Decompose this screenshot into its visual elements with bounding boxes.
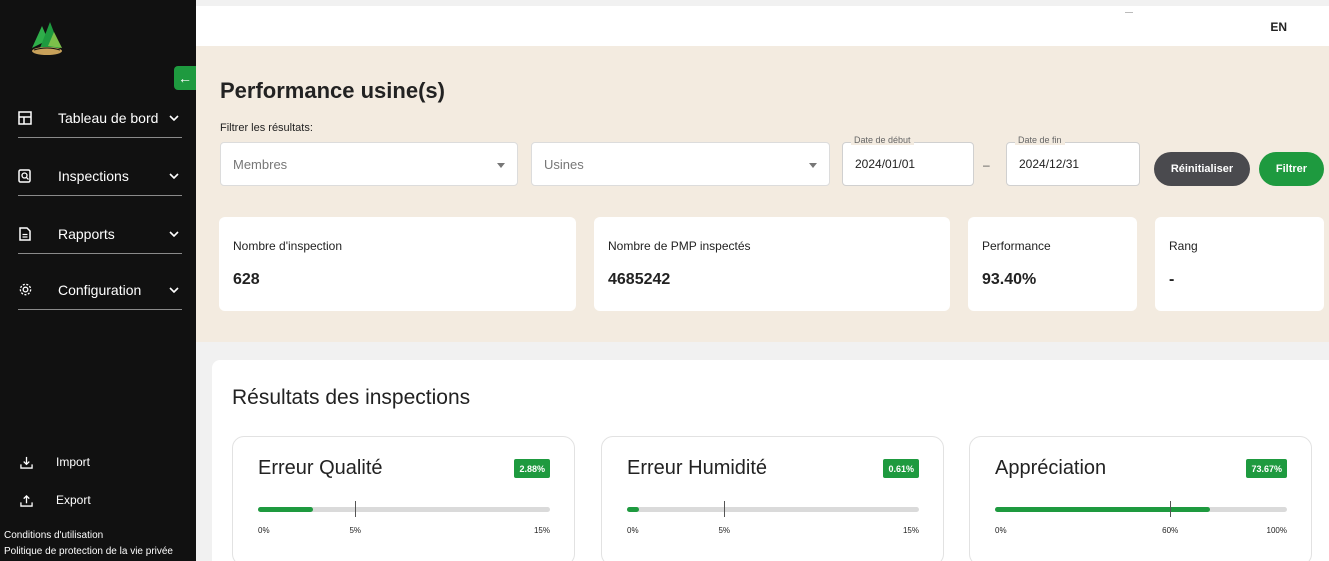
members-placeholder: Membres	[233, 156, 288, 172]
start-date-field[interactable]: Date de début 2024/01/01	[842, 135, 974, 186]
stat-card-rank: Rang -	[1155, 217, 1324, 311]
privacy-link[interactable]: Politique de protection de la vie privée	[4, 546, 173, 557]
sidebar-item-label: Tableau de bord	[58, 109, 159, 126]
chevron-down-icon	[166, 286, 182, 293]
reset-button[interactable]: Réinitialiser	[1154, 152, 1250, 186]
chevron-down-icon	[166, 230, 182, 237]
start-date-value: 2024/01/01	[855, 157, 916, 171]
gear-icon	[18, 282, 44, 297]
result-card-humidity-error: Erreur Humidité 0.61% 0% 5% 15%	[601, 436, 944, 561]
page-title: Performance usine(s)	[220, 78, 445, 103]
card-badge: 0.61%	[883, 459, 919, 478]
upload-tray-icon	[20, 494, 56, 507]
sidebar-item-inspections[interactable]: Inspections	[18, 156, 182, 196]
progress-marker	[355, 501, 357, 517]
import-label: Import	[56, 455, 91, 469]
card-badge: 2.88%	[514, 459, 550, 478]
result-card-quality-error: Erreur Qualité 2.88% 0% 5% 15%	[232, 436, 575, 561]
card-badge: 73.67%	[1246, 459, 1287, 478]
stat-card-pmp: Nombre de PMP inspectés 4685242	[594, 217, 950, 311]
card-title: Erreur Qualité	[258, 457, 383, 479]
top-bar: EN	[196, 0, 1329, 46]
stat-label: Performance	[982, 239, 1051, 253]
import-button[interactable]: Import	[20, 455, 90, 469]
language-toggle[interactable]: EN	[1270, 20, 1287, 34]
stat-card-inspections: Nombre d'inspection 628	[219, 217, 576, 311]
progress-track	[995, 501, 1287, 517]
stat-value: -	[1169, 271, 1175, 288]
tick-label: 15%	[533, 526, 550, 535]
dropdown-arrow-icon	[497, 162, 505, 168]
tick-label: 15%	[902, 526, 919, 535]
tick-label: 5%	[718, 526, 731, 535]
end-date-label: Date de fin	[1015, 135, 1065, 145]
sidebar-item-reports[interactable]: Rapports	[18, 214, 182, 254]
progress-track	[258, 501, 550, 517]
inspection-search-icon	[18, 168, 44, 183]
dropdown-arrow-icon	[809, 162, 817, 168]
export-button[interactable]: Export	[20, 493, 91, 507]
stat-label: Rang	[1169, 239, 1198, 253]
stat-value: 628	[233, 271, 260, 288]
performance-panel: Performance usine(s) Filtrer les résulta…	[196, 46, 1329, 342]
end-date-field[interactable]: Date de fin 2024/12/31	[1006, 135, 1140, 186]
dashboard-icon	[18, 110, 44, 125]
filter-button[interactable]: Filtrer	[1259, 152, 1324, 186]
members-select[interactable]: Membres	[220, 142, 518, 186]
sidebar-item-dashboard[interactable]: Tableau de bord	[18, 98, 182, 138]
progress-fill	[995, 507, 1211, 512]
collapse-sidebar-button[interactable]: ←	[174, 66, 196, 90]
tick-label: 60%	[1162, 526, 1179, 535]
inspection-results-panel: Résultats des inspections Erreur Qualité…	[212, 360, 1329, 561]
tick-label: 0%	[627, 526, 639, 535]
filter-label: Filtrer les résultats:	[220, 122, 313, 134]
date-separator: –	[983, 158, 990, 172]
sidebar: ← Tableau de bord Inspections Rapports C…	[0, 0, 196, 561]
report-document-icon	[18, 226, 44, 241]
download-tray-icon	[20, 456, 56, 469]
chevron-down-icon	[166, 114, 182, 121]
arrow-left-icon: ←	[178, 70, 192, 86]
start-date-label: Date de début	[851, 135, 914, 145]
chevron-down-icon	[166, 172, 182, 179]
stat-card-performance: Performance 93.40%	[968, 217, 1137, 311]
results-title: Résultats des inspections	[232, 386, 471, 409]
card-title: Erreur Humidité	[627, 457, 768, 479]
result-card-appreciation: Appréciation 73.67% 0% 60% 100%	[969, 436, 1312, 561]
stat-label: Nombre de PMP inspectés	[608, 239, 751, 253]
top-bar-divider	[1125, 12, 1133, 13]
progress-marker	[1170, 501, 1172, 517]
progress-fill	[627, 507, 639, 512]
progress-track	[627, 501, 919, 517]
tick-label: 5%	[349, 526, 362, 535]
tick-label: 100%	[1266, 526, 1287, 535]
end-date-value: 2024/12/31	[1019, 157, 1080, 171]
sidebar-item-label: Inspections	[58, 167, 129, 184]
sidebar-item-label: Configuration	[58, 281, 142, 298]
sidebar-item-label: Rapports	[58, 225, 115, 242]
tick-label: 0%	[258, 526, 270, 535]
progress-marker	[724, 501, 726, 517]
terms-link[interactable]: Conditions d'utilisation	[4, 530, 103, 541]
tick-label: 0%	[995, 526, 1007, 535]
plants-select[interactable]: Usines	[531, 142, 830, 186]
stat-value: 4685242	[608, 271, 671, 288]
plants-placeholder: Usines	[544, 156, 584, 172]
card-title: Appréciation	[995, 457, 1107, 479]
sidebar-item-configuration[interactable]: Configuration	[18, 270, 182, 310]
stat-value: 93.40%	[982, 271, 1037, 288]
progress-fill	[258, 507, 314, 512]
export-label: Export	[56, 493, 91, 507]
app-logo[interactable]	[28, 18, 68, 58]
stat-label: Nombre d'inspection	[233, 239, 343, 253]
